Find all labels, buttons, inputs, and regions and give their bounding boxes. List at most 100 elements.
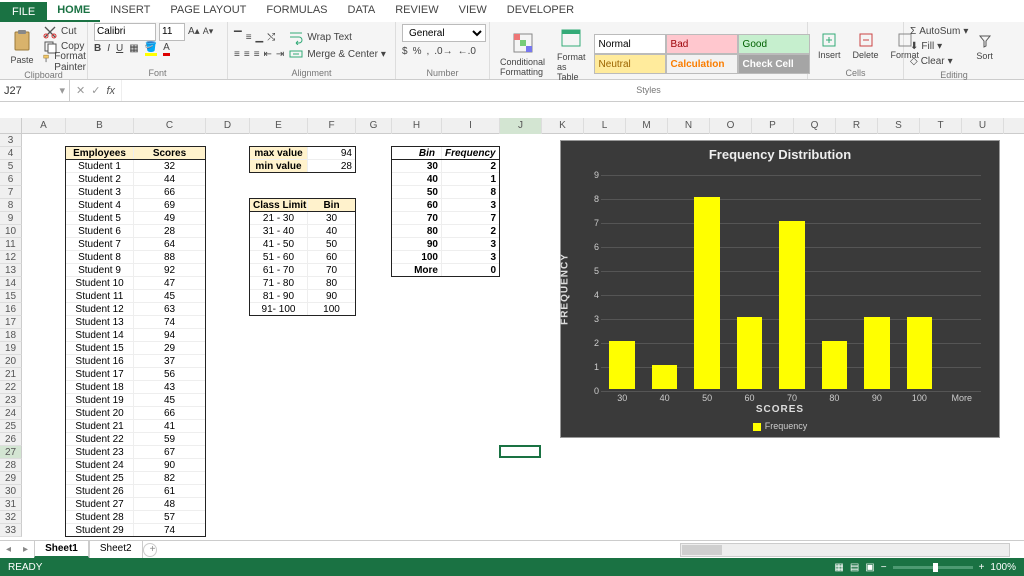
- delete-cells-button[interactable]: Delete: [849, 30, 883, 62]
- row-header-11[interactable]: 11: [0, 238, 22, 251]
- cell-E15[interactable]: 81 - 90: [250, 290, 308, 303]
- font-color-button[interactable]: A: [163, 42, 170, 56]
- col-header-U[interactable]: U: [962, 118, 1004, 134]
- increase-decimal-icon[interactable]: .0→: [434, 46, 452, 57]
- row-header-7[interactable]: 7: [0, 186, 22, 199]
- sort-filter-button[interactable]: Sort: [972, 31, 997, 63]
- number-format-select[interactable]: General: [402, 24, 486, 42]
- cell-C18[interactable]: 94: [134, 329, 206, 342]
- cell-B31[interactable]: Student 27: [66, 498, 134, 511]
- row-header-29[interactable]: 29: [0, 472, 22, 485]
- cell-E4[interactable]: max value: [250, 147, 308, 160]
- cell-B33[interactable]: Student 29: [66, 524, 134, 537]
- cell-I10[interactable]: 2: [442, 225, 500, 238]
- increase-indent-icon[interactable]: ⇥: [276, 49, 284, 60]
- col-header-N[interactable]: N: [668, 118, 710, 134]
- row-header-20[interactable]: 20: [0, 355, 22, 368]
- file-tab[interactable]: FILE: [0, 2, 47, 22]
- new-sheet-button[interactable]: +: [143, 543, 157, 557]
- view-normal-icon[interactable]: ▦: [834, 562, 843, 573]
- cell-F10[interactable]: 40: [308, 225, 356, 238]
- cell-H11[interactable]: 90: [392, 238, 442, 251]
- autosum-button[interactable]: Σ AutoSum ▾: [910, 24, 968, 39]
- cell-H13[interactable]: More: [392, 264, 442, 277]
- row-header-5[interactable]: 5: [0, 160, 22, 173]
- col-header-L[interactable]: L: [584, 118, 626, 134]
- cell-E9[interactable]: 21 - 30: [250, 212, 308, 225]
- frequency-chart[interactable]: Frequency Distribution FREQUENCY 0123456…: [560, 140, 1000, 438]
- col-header-D[interactable]: D: [206, 118, 250, 134]
- style-normal[interactable]: Normal: [594, 34, 666, 54]
- cell-C14[interactable]: 47: [134, 277, 206, 290]
- cell-C6[interactable]: 44: [134, 173, 206, 186]
- col-header-J[interactable]: J: [500, 118, 542, 134]
- col-header-S[interactable]: S: [878, 118, 920, 134]
- orientation-icon[interactable]: ⤭: [267, 32, 275, 43]
- zoom-slider[interactable]: [893, 566, 973, 569]
- cell-E10[interactable]: 31 - 40: [250, 225, 308, 238]
- cell-E11[interactable]: 41 - 50: [250, 238, 308, 251]
- cell-H4[interactable]: Bin: [392, 147, 442, 160]
- menu-tab-view[interactable]: VIEW: [449, 0, 497, 22]
- italic-button[interactable]: I: [107, 43, 110, 54]
- cell-I8[interactable]: 3: [442, 199, 500, 212]
- cell-C31[interactable]: 48: [134, 498, 206, 511]
- style-bad[interactable]: Bad: [666, 34, 738, 54]
- cell-F11[interactable]: 50: [308, 238, 356, 251]
- format-painter-button[interactable]: Format Painter: [42, 54, 93, 69]
- menu-tab-page-layout[interactable]: PAGE LAYOUT: [160, 0, 256, 22]
- fill-button[interactable]: ⬇ Fill ▾: [910, 39, 968, 54]
- menu-tab-data[interactable]: DATA: [338, 0, 386, 22]
- menu-tab-home[interactable]: HOME: [47, 0, 100, 22]
- row-header-15[interactable]: 15: [0, 290, 22, 303]
- cell-C17[interactable]: 74: [134, 316, 206, 329]
- cell-B10[interactable]: Student 6: [66, 225, 134, 238]
- cell-H5[interactable]: 30: [392, 160, 442, 173]
- row-header-30[interactable]: 30: [0, 485, 22, 498]
- cell-C26[interactable]: 59: [134, 433, 206, 446]
- cell-B16[interactable]: Student 12: [66, 303, 134, 316]
- paste-button[interactable]: Paste: [6, 27, 38, 67]
- cell-H7[interactable]: 50: [392, 186, 442, 199]
- cell-C15[interactable]: 45: [134, 290, 206, 303]
- cell-I12[interactable]: 3: [442, 251, 500, 264]
- format-as-table-button[interactable]: Format as Table: [553, 24, 590, 84]
- align-center-icon[interactable]: ≡: [244, 49, 250, 60]
- cell-C16[interactable]: 63: [134, 303, 206, 316]
- cell-E14[interactable]: 71 - 80: [250, 277, 308, 290]
- cell-B27[interactable]: Student 23: [66, 446, 134, 459]
- cell-H6[interactable]: 40: [392, 173, 442, 186]
- currency-icon[interactable]: $: [402, 46, 408, 57]
- cell-C9[interactable]: 49: [134, 212, 206, 225]
- cell-C21[interactable]: 56: [134, 368, 206, 381]
- align-left-icon[interactable]: ≡: [234, 49, 240, 60]
- percent-icon[interactable]: %: [413, 46, 422, 57]
- font-name-input[interactable]: [94, 23, 156, 41]
- col-header-H[interactable]: H: [392, 118, 442, 134]
- row-header-23[interactable]: 23: [0, 394, 22, 407]
- cell-C10[interactable]: 28: [134, 225, 206, 238]
- row-header-8[interactable]: 8: [0, 199, 22, 212]
- cell-B28[interactable]: Student 24: [66, 459, 134, 472]
- cell-I7[interactable]: 8: [442, 186, 500, 199]
- cell-C29[interactable]: 82: [134, 472, 206, 485]
- cell-E13[interactable]: 61 - 70: [250, 264, 308, 277]
- cell-E16[interactable]: 91- 100: [250, 303, 308, 316]
- cell-F15[interactable]: 90: [308, 290, 356, 303]
- view-pagebreak-icon[interactable]: ▣: [865, 562, 874, 573]
- cell-I6[interactable]: 1: [442, 173, 500, 186]
- col-header-A[interactable]: A: [22, 118, 66, 134]
- row-header-22[interactable]: 22: [0, 381, 22, 394]
- cell-B29[interactable]: Student 25: [66, 472, 134, 485]
- style-neutral[interactable]: Neutral: [594, 54, 666, 74]
- border-button[interactable]: ▦: [129, 43, 138, 54]
- align-bottom-icon[interactable]: ▁: [256, 32, 264, 43]
- cell-B32[interactable]: Student 28: [66, 511, 134, 524]
- cell-C4[interactable]: Scores: [134, 147, 206, 160]
- style-good[interactable]: Good: [738, 34, 810, 54]
- cell-E8[interactable]: Class Limit: [250, 199, 308, 212]
- cell-B24[interactable]: Student 20: [66, 407, 134, 420]
- cell-B15[interactable]: Student 11: [66, 290, 134, 303]
- cell-B6[interactable]: Student 2: [66, 173, 134, 186]
- align-middle-icon[interactable]: ≡: [246, 32, 252, 43]
